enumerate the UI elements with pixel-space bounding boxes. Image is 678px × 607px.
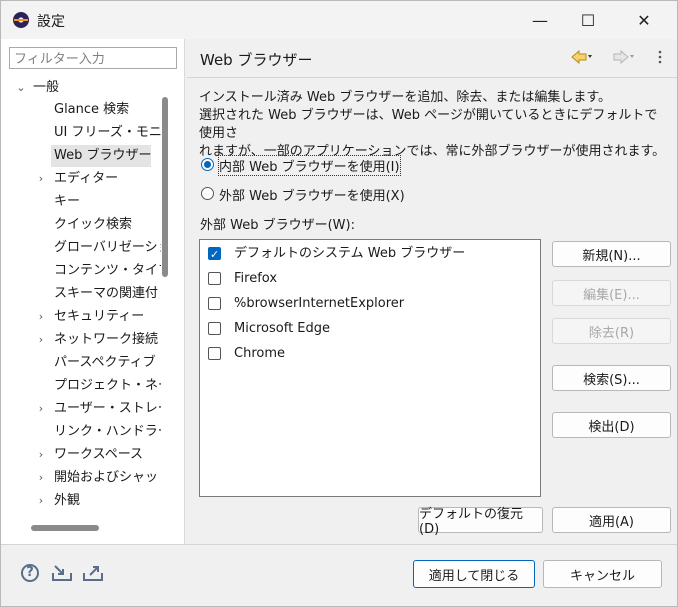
browser-checkbox[interactable] <box>208 347 221 360</box>
tree-item-label: 外観 <box>54 493 81 508</box>
search-browser-button[interactable]: 検索(S)... <box>552 365 671 391</box>
internal-browser-radio[interactable] <box>201 158 214 171</box>
tree-item-label: Glance 検索 <box>54 102 130 117</box>
browser-name: %browserInternetExplorer <box>234 296 405 311</box>
chevron-down-icon[interactable]: ⌄ <box>15 77 27 99</box>
external-browser-list[interactable]: デフォルトのシステム Web ブラウザー Firefox %browserInter… <box>199 239 541 497</box>
tree-horizontal-scrollbar[interactable] <box>31 525 99 531</box>
tree-item-label: パースペクティブ <box>54 355 156 370</box>
browser-checkbox[interactable] <box>208 297 221 310</box>
edit-browser-button[interactable]: 編集(E)... <box>552 280 671 306</box>
external-browsers-label: 外部 Web ブラウザー(W): <box>200 218 355 233</box>
internal-browser-radio-label[interactable]: 内部 Web ブラウザーを使用(I) <box>218 155 401 176</box>
apply-button[interactable]: 適用(A) <box>552 507 671 533</box>
tree-vertical-scrollbar[interactable] <box>162 97 168 277</box>
tree-item[interactable]: Web ブラウザー <box>51 145 152 167</box>
remove-browser-button[interactable]: 除去(R) <box>552 318 671 344</box>
external-browser-radio[interactable] <box>201 187 214 200</box>
cancel-button[interactable]: キャンセル <box>543 560 662 588</box>
page-title: Web ブラウザー <box>200 51 313 69</box>
chevron-right-icon[interactable]: › <box>35 306 47 328</box>
browser-name: Chrome <box>234 346 285 361</box>
eclipse-app-icon <box>13 12 29 28</box>
chevron-right-icon[interactable]: › <box>35 467 47 489</box>
export-icon[interactable] <box>82 564 104 582</box>
browser-checkbox[interactable] <box>208 322 221 335</box>
browser-name: Microsoft Edge <box>234 321 331 336</box>
window-title: 設定 <box>37 14 65 30</box>
chevron-right-icon[interactable]: › <box>35 398 47 420</box>
header-separator <box>187 77 677 78</box>
close-button[interactable]: ✕ <box>621 5 667 35</box>
maximize-button[interactable]: ☐ <box>565 5 611 35</box>
detect-browser-button[interactable]: 検出(D) <box>552 412 671 438</box>
chevron-right-icon[interactable]: › <box>35 490 47 512</box>
forward-arrow-icon[interactable] <box>613 49 635 67</box>
external-browser-radio-label[interactable]: 外部 Web ブラウザーを使用(X) <box>219 185 405 204</box>
browser-name: Firefox <box>234 271 278 286</box>
new-browser-button[interactable]: 新規(N)... <box>552 241 671 267</box>
tree-item-label: キー <box>54 194 81 209</box>
chevron-right-icon[interactable]: › <box>35 168 47 190</box>
chevron-right-icon[interactable]: › <box>35 444 47 466</box>
preference-tree: ⌄ 一般 Glance 検索 UI フリーズ・モニタ Web ブラウザー › エディター… <box>1 77 161 517</box>
tree-item-label: Web ブラウザー <box>54 148 152 163</box>
tree-item-label: コンテンツ・タイプ <box>54 263 161 278</box>
tree-item-label: リンク・ハンドラー <box>54 424 161 439</box>
tree-item-label: 一般 <box>33 80 60 95</box>
tree-item-label: クイック検索 <box>54 217 133 232</box>
tree-item-label: セキュリティー <box>54 309 145 324</box>
description-line: インストール済み Web ブラウザーを追加、除去、または編集します。 <box>199 90 612 105</box>
tree-item-label: ネットワーク接続 <box>54 332 159 347</box>
browser-checkbox[interactable] <box>208 243 221 267</box>
chevron-right-icon[interactable]: › <box>35 329 47 351</box>
help-icon[interactable]: ? <box>21 564 39 582</box>
preference-navigation-pane: ⌄ 一般 Glance 検索 UI フリーズ・モニタ Web ブラウザー › エディター… <box>1 39 185 544</box>
tree-item-label: ユーザー・ストレージ <box>54 401 161 416</box>
tree-item-label: UI フリーズ・モニタ <box>54 125 161 140</box>
restore-defaults-button[interactable]: デフォルトの復元(D) <box>418 507 543 537</box>
back-arrow-icon[interactable] <box>571 49 593 67</box>
apply-and-close-button[interactable]: 適用して閉じる <box>413 560 535 588</box>
minimize-button[interactable]: — <box>517 5 563 35</box>
browser-checkbox[interactable] <box>208 272 221 285</box>
tree-item-label: スキーマの関連付 <box>54 286 159 301</box>
description-line: 選択された Web ブラウザーは、Web ページが開いているときにデフォルトで使… <box>199 108 658 141</box>
title-bar: 設定 — ☐ ✕ <box>1 1 677 39</box>
tree-item-label: グローバリゼーショ <box>54 240 161 255</box>
footer-separator <box>1 544 677 545</box>
browser-name: デフォルトのシステム Web ブラウザー <box>234 246 466 261</box>
tree-item-label: 開始およびシャッ <box>54 470 159 485</box>
page-description: インストール済み Web ブラウザーを追加、除去、または編集します。 選択された… <box>199 89 669 161</box>
view-menu-icon[interactable] <box>657 49 663 67</box>
filter-input[interactable] <box>9 47 177 69</box>
tree-item-label: エディター <box>54 171 119 186</box>
tree-item-label: ワークスペース <box>54 447 144 462</box>
import-icon[interactable] <box>51 564 73 582</box>
preferences-window: 設定 — ☐ ✕ ⌄ 一般 Glance 検索 UI フリーズ・モニタ Web ブラ… <box>0 0 678 607</box>
tree-item-label: プロジェクト・ネーチ <box>54 378 161 393</box>
